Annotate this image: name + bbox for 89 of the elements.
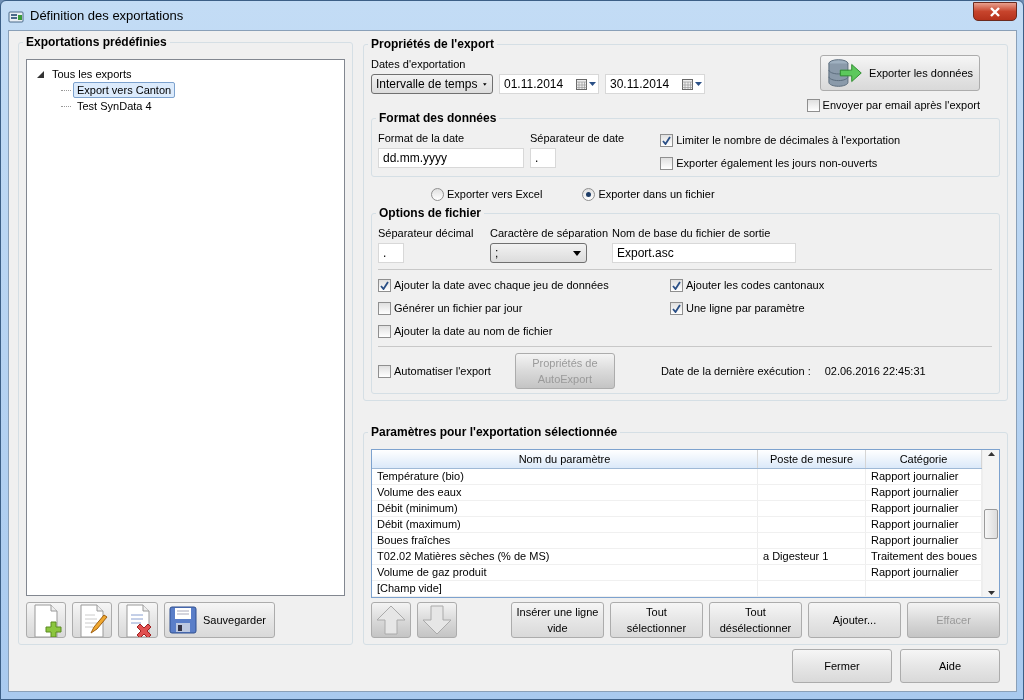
checkbox[interactable]: [660, 133, 674, 147]
scroll-down-icon: [987, 591, 995, 595]
group-heading: Exportations prédéfinies: [23, 35, 170, 49]
checkbox[interactable]: [378, 324, 391, 338]
field-label: Séparateur de date: [530, 131, 625, 145]
dropdown-arrow-icon: [695, 82, 702, 86]
dropdown-arrow-icon: [483, 81, 487, 87]
checkbox-label: Ajouter les codes cantonaux: [686, 279, 825, 291]
column-header[interactable]: Nom du paramètre: [372, 450, 758, 468]
new-document-button[interactable]: [26, 602, 66, 638]
date-field[interactable]: 30.11.2014: [605, 74, 705, 94]
field-label: Caractère de séparation: [490, 226, 609, 240]
field-label: Format de la date: [378, 131, 466, 145]
last-run-label: Date de la dernière exécution :: [660, 365, 811, 377]
scrollbar-thumb[interactable]: [984, 508, 998, 539]
action-button[interactable]: Tout sélectionner: [610, 602, 703, 638]
checkbox-label: Ajouter la date au nom de fichier: [394, 325, 553, 337]
date-field[interactable]: 01.11.2014: [499, 74, 599, 94]
group-heading: Paramètres pour l'exportation sélectionnée: [368, 425, 621, 439]
tree-item[interactable]: Export vers Canton: [73, 82, 176, 98]
checkbox[interactable]: [378, 301, 391, 315]
date-separator-field[interactable]: .: [530, 148, 556, 168]
dropdown-arrow-icon: [573, 250, 581, 256]
tree-item[interactable]: Test SynData 4: [73, 98, 156, 114]
scroll-up-icon: [987, 452, 995, 456]
checkbox-label: Exporter également les jours non-ouverts: [676, 157, 878, 169]
checkmark-icon: [380, 280, 389, 290]
group-heading: Format des données: [376, 111, 500, 125]
table-cell: Température (bio): [372, 469, 758, 484]
up-arrow-icon: [375, 604, 407, 636]
table-cell: Débit (minimum): [372, 501, 758, 516]
checkmark-icon: [662, 135, 672, 145]
action-button[interactable]: Ajouter...: [808, 602, 901, 638]
table-cell: [Champ vide]: [372, 581, 758, 596]
close-button[interactable]: [973, 2, 1017, 21]
column-header[interactable]: Poste de mesure: [758, 450, 866, 468]
export-data-button[interactable]: Exporter les données: [820, 55, 980, 91]
tree-item[interactable]: Tous les exports: [48, 66, 136, 82]
date-format-field[interactable]: dd.mm.yyyy: [378, 148, 524, 168]
close-icon: [989, 6, 1001, 17]
group-heading: Propriétés de l'export: [368, 37, 497, 51]
checkbox-label: Limiter le nombre de décimales à l'exportation: [676, 134, 901, 146]
checkbox-label: Ajouter la date avec chaque jeu de données: [394, 279, 609, 291]
checkbox-label: Envoyer par email après l'export: [822, 99, 980, 111]
table-cell: Boues fraîches: [372, 533, 758, 548]
range-dropdown[interactable]: Intervalle de temps: [371, 74, 493, 94]
field-label: Dates d'exportation: [371, 57, 467, 71]
decimal-separator-field[interactable]: .: [378, 243, 404, 263]
separator-dropdown[interactable]: ;: [490, 243, 587, 263]
radio-button[interactable]: [431, 187, 444, 201]
save-button[interactable]: Sauvegarder: [164, 602, 275, 638]
table-cell: a Digesteur 1: [758, 549, 866, 564]
checkmark-icon: [672, 303, 681, 313]
checkbox[interactable]: [670, 278, 683, 292]
action-button[interactable]: Tout désélectionner: [709, 602, 802, 638]
radio-label: Exporter dans un fichier: [598, 188, 715, 200]
field-label: Nom de base du fichier de sortie: [612, 226, 772, 240]
action-button[interactable]: Insérer une ligne vide: [511, 602, 604, 638]
file-name-field[interactable]: Export.asc: [612, 243, 796, 263]
checkbox[interactable]: [378, 278, 391, 292]
automate-checkbox[interactable]: [378, 364, 391, 378]
down-arrow-icon: [421, 604, 453, 636]
checkbox-label: Automatiser l'export: [394, 365, 491, 377]
radio-label: Exporter vers Excel: [447, 188, 543, 200]
group-heading: Options de fichier: [376, 206, 484, 220]
edit-document-button[interactable]: [72, 602, 112, 638]
dropdown-arrow-icon: [589, 82, 596, 86]
collapse-triangle-icon[interactable]: [37, 70, 44, 78]
delete-document-button[interactable]: [118, 602, 158, 638]
radio-button[interactable]: [582, 187, 596, 201]
checkbox-label: Générer un fichier par jour: [394, 302, 523, 314]
field-label: Séparateur décimal: [378, 226, 475, 240]
checkbox-label: Une ligne par paramètre: [686, 302, 805, 314]
dialog-button[interactable]: Aide: [900, 649, 1000, 683]
last-run-value: 02.06.2016 22:45:31: [824, 365, 926, 377]
table-cell: Débit (maximum): [372, 517, 758, 532]
table-cell: T02.02 Matières sèches (% de MS): [372, 549, 758, 564]
checkbox[interactable]: [670, 301, 683, 315]
table-cell: Volume de gaz produit: [372, 565, 758, 580]
calendar-icon: [576, 78, 587, 90]
app-icon: [8, 8, 24, 23]
dialog-button[interactable]: Fermer: [792, 649, 892, 683]
checkmark-icon: [672, 280, 681, 290]
table-cell: Volume des eaux: [372, 485, 758, 500]
checkbox[interactable]: [660, 156, 674, 170]
calendar-icon: [682, 78, 693, 90]
scrollbar[interactable]: [982, 450, 999, 597]
email-checkbox[interactable]: [806, 98, 820, 112]
window-title: Définition des exportations: [30, 8, 184, 23]
